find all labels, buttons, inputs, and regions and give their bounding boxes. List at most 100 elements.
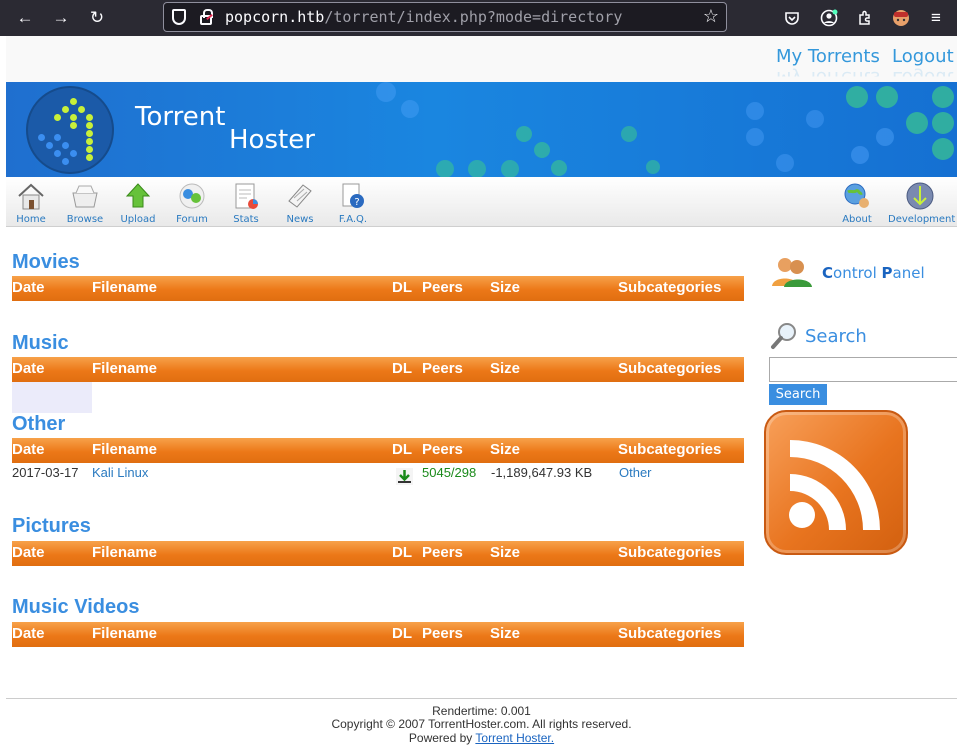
nav-browse-label: Browse [66,214,104,225]
nav-about-label: About [842,214,872,225]
faq-icon: ? [342,183,364,208]
nav-browse[interactable]: Browse [60,181,110,225]
extensions-icon[interactable] [851,4,879,32]
category-header-movies: Date Filename DL Peers Size Subcategorie… [12,276,744,301]
col-subcategories: Subcategories [618,544,722,561]
col-date[interactable]: Date [12,360,45,377]
col-size[interactable]: Size [490,279,520,296]
nav-forum[interactable]: Forum [167,181,217,225]
row-size: -1,189,647.93 KB [491,465,593,480]
profile-avatar-icon[interactable] [887,4,915,32]
col-subcategories: Subcategories [618,625,722,642]
empty-highlight-cell [12,382,92,413]
search-input[interactable] [769,357,957,382]
category-title-pictures[interactable]: Pictures [12,515,91,538]
footer-powered: Powered by Torrent Hoster. [6,731,957,745]
col-filename[interactable]: Filename [92,441,157,458]
nav-news-label: News [286,214,314,225]
col-dl: DL [392,279,412,296]
col-size[interactable]: Size [490,544,520,561]
page-content: My Torrents Logout My Torrents Logout To… [0,36,957,754]
row-subcategory-link[interactable]: Other [619,465,652,480]
url-path: /torrent/index.php?mode=directory [324,8,623,26]
col-filename[interactable]: Filename [92,360,157,377]
development-icon [906,182,934,210]
col-peers[interactable]: Peers [422,279,463,296]
torrent-hoster-link[interactable]: Torrent Hoster. [475,731,554,745]
col-date[interactable]: Date [12,544,45,561]
logout-link[interactable]: Logout [892,46,954,67]
home-icon [18,183,44,210]
site-logo-icon [26,86,114,174]
nav-news[interactable]: News [275,181,325,225]
nav-faq[interactable]: ? F.A.Q. [328,181,378,225]
account-icon[interactable] [815,4,843,32]
about-icon [844,183,869,208]
nav-stats-label: Stats [233,214,259,225]
forward-icon[interactable]: → [47,4,75,32]
nav-upload[interactable]: Upload [113,181,163,225]
col-size[interactable]: Size [490,441,520,458]
row-filename-link[interactable]: Kali Linux [92,465,148,480]
upload-icon [125,183,151,208]
footer-powered-prefix: Powered by [408,731,473,745]
col-filename[interactable]: Filename [92,625,157,642]
nav-home-label: Home [16,214,46,225]
control-panel-link[interactable]: Control Panel [822,264,925,282]
insecure-lock-icon[interactable] [200,9,213,25]
col-size[interactable]: Size [490,360,520,377]
col-subcategories: Subcategories [618,441,722,458]
category-title-movies[interactable]: Movies [12,251,80,274]
category-title-music-videos[interactable]: Music Videos [12,596,139,619]
shield-icon[interactable] [172,9,186,25]
top-links-bar: My Torrents Logout My Torrents Logout [6,36,957,82]
col-size[interactable]: Size [490,625,520,642]
menu-icon[interactable]: ≡ [922,4,950,32]
col-filename[interactable]: Filename [92,544,157,561]
row-date: 2017-03-17 [12,465,79,480]
category-title-other[interactable]: Other [12,413,65,436]
col-date[interactable]: Date [12,279,45,296]
svg-text:?: ? [354,197,359,208]
control-panel-users-icon [772,258,812,287]
col-subcategories: Subcategories [618,360,722,377]
col-peers[interactable]: Peers [422,360,463,377]
url-text[interactable]: popcorn.htb/torrent/index.php?mode=direc… [225,8,622,26]
reload-icon[interactable]: ↻ [83,4,111,32]
search-heading: Search [805,326,867,347]
search-button[interactable]: Search [769,384,827,405]
stats-icon [235,183,258,209]
bookmark-star-icon[interactable]: ☆ [703,6,719,27]
browse-icon [72,185,98,208]
nav-development[interactable]: Development [888,181,955,225]
category-title-music[interactable]: Music [12,332,69,355]
news-icon [288,184,312,208]
col-peers[interactable]: Peers [422,625,463,642]
back-icon[interactable]: ← [11,4,39,32]
nav-home[interactable]: Home [6,181,56,225]
nav-forum-label: Forum [176,214,208,225]
forum-icon [179,183,205,209]
footer-copyright: Copyright © 2007 TorrentHoster.com. All … [331,717,632,731]
main-nav: Home Browse Upload Forum Stats News ? F.… [6,177,957,227]
download-icon[interactable] [396,468,413,485]
col-dl: DL [392,360,412,377]
banner-title-torrent: Torrent [135,102,226,132]
col-peers[interactable]: Peers [422,441,463,458]
col-subcategories: Subcategories [618,279,722,296]
url-bar[interactable]: popcorn.htb/torrent/index.php?mode=direc… [163,2,727,32]
col-dl: DL [392,625,412,642]
category-header-music-videos: Date Filename DL Peers Size Subcategorie… [12,622,744,647]
footer-rendertime: Rendertime: 0.001 [432,704,531,718]
col-peers[interactable]: Peers [422,544,463,561]
col-date[interactable]: Date [12,441,45,458]
nav-about[interactable]: About [832,181,882,225]
col-filename[interactable]: Filename [92,279,157,296]
col-dl: DL [392,544,412,561]
nav-stats[interactable]: Stats [221,181,271,225]
col-date[interactable]: Date [12,625,45,642]
category-header-other: Date Filename DL Peers Size Subcategorie… [12,438,744,463]
my-torrents-link[interactable]: My Torrents [776,46,880,67]
pocket-icon[interactable] [778,4,806,32]
rss-feed-icon[interactable] [764,410,908,555]
